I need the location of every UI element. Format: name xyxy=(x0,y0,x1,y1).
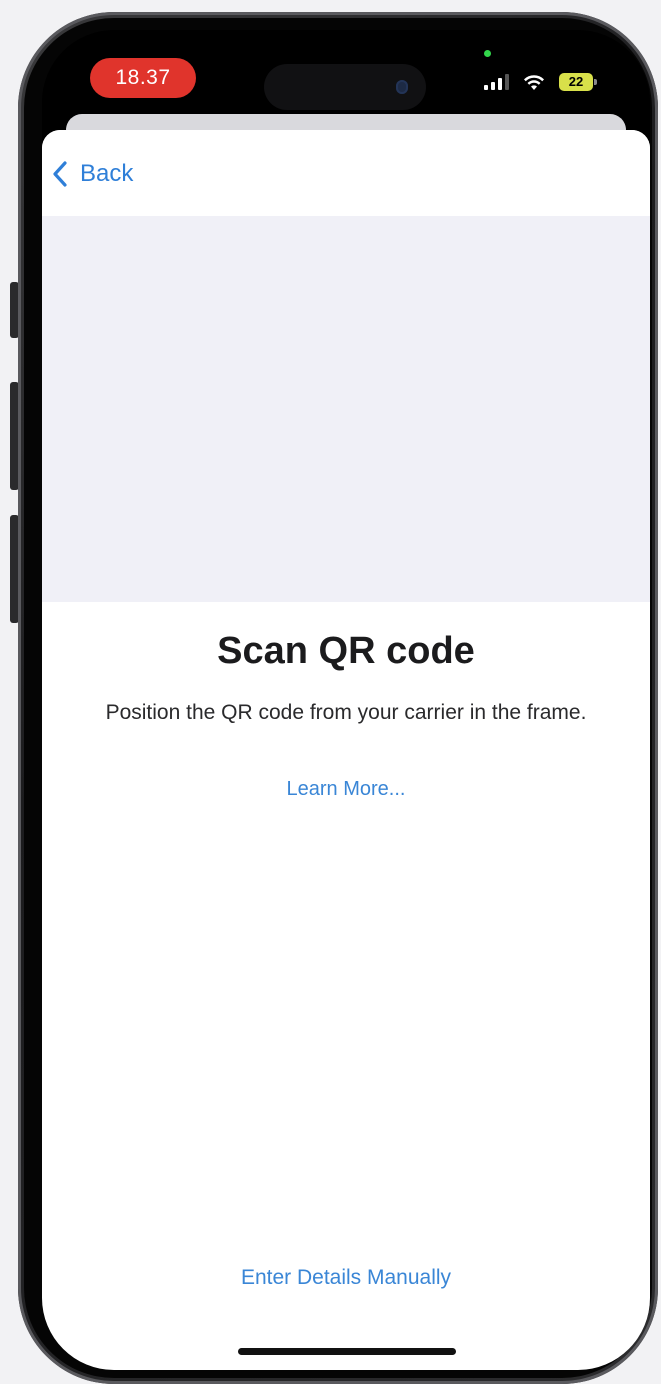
front-camera xyxy=(396,80,408,94)
status-time[interactable]: 18.37 xyxy=(90,58,196,98)
wifi-icon xyxy=(523,74,545,91)
scan-qr-sheet: Back Scan QR code Position the QR code f… xyxy=(42,130,650,1370)
instructions-text: Position the QR code from your carrier i… xyxy=(105,701,587,724)
signal-icon xyxy=(484,74,509,90)
device-stage: 18.37 22 Back Scan QR code Position the … xyxy=(0,0,661,1384)
navigation-bar: Back xyxy=(42,130,650,216)
learn-more-link[interactable]: Learn More... xyxy=(42,778,650,801)
enter-details-manually-button[interactable]: Enter Details Manually xyxy=(42,1266,650,1290)
dynamic-island xyxy=(264,64,426,110)
status-icons: 22 xyxy=(484,70,597,94)
camera-viewfinder xyxy=(42,216,650,602)
back-button[interactable]: Back xyxy=(52,156,133,192)
privacy-indicator-dot xyxy=(484,50,491,57)
page-title: Scan QR code xyxy=(217,630,475,672)
battery-icon: 22 xyxy=(559,73,597,91)
home-indicator[interactable] xyxy=(238,1348,456,1355)
back-label: Back xyxy=(80,160,134,187)
chevron-left-icon xyxy=(52,160,68,188)
phone-screen: 18.37 22 Back Scan QR code Position the … xyxy=(42,30,650,1370)
